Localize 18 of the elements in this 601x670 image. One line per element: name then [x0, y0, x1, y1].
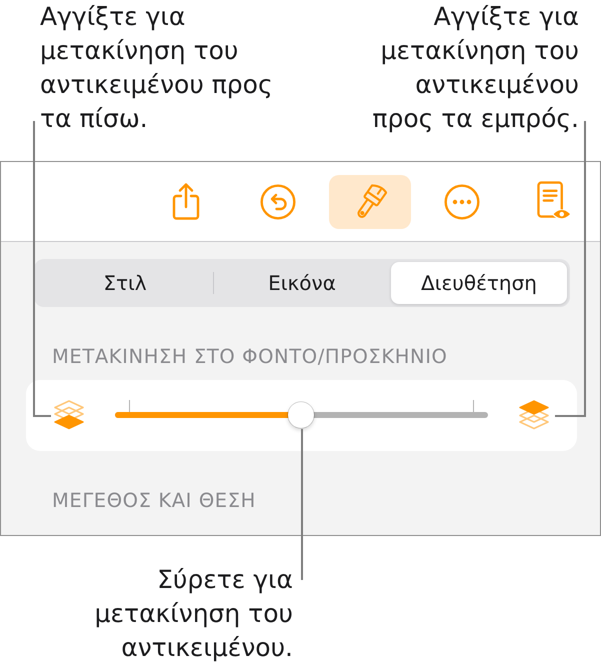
section-header: ΜΕΤΑΚΙΝΗΣΗ ΣΤΟ ΦΟΝΤΟ/ΠΡΟΣΚΗΝΙΟ — [52, 346, 448, 368]
section-header: ΜΕΓΕΘΟΣ ΚΑΙ ΘΕΣΗ — [52, 490, 256, 512]
undo-icon — [260, 184, 296, 220]
tab[interactable]: Εικόνα — [214, 262, 390, 304]
slider-tick — [473, 400, 474, 412]
callout-text: Σύρετε για μετακίνηση του αντικειμένου. — [94, 564, 293, 664]
slider-track[interactable] — [114, 400, 488, 430]
more-icon — [444, 184, 480, 220]
format-button[interactable] — [328, 174, 410, 228]
layers-icon[interactable] — [519, 400, 549, 430]
callout-text: Αγγίξτε για μετακίνηση του αντικειμένου προς τα πίσω. — [40, 1, 274, 135]
tab[interactable]: Στιλ — [37, 262, 213, 304]
slider-thumb[interactable] — [288, 402, 314, 428]
share-icon — [170, 182, 200, 221]
callout-text: Αγγίξτε για μετακίνηση του αντικειμένου προς τα εμπρός. — [371, 1, 579, 135]
layers-icon[interactable] — [54, 400, 84, 430]
slider-tick — [128, 400, 130, 412]
tab[interactable]: Διευθέτηση — [391, 262, 567, 304]
